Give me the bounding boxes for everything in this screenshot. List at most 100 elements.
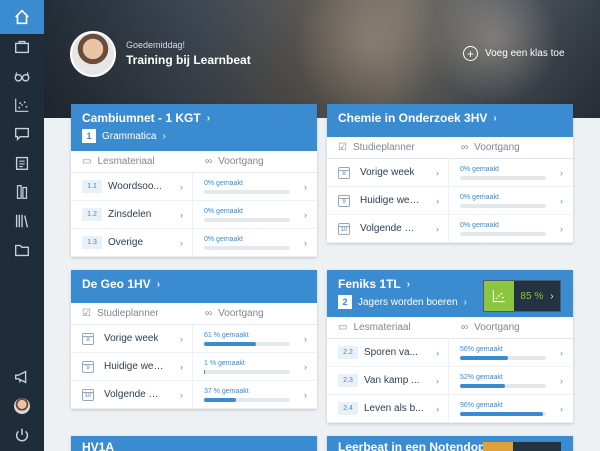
item-link[interactable]: 8 Vorige week › (327, 159, 449, 186)
greeting: Goedemiddag! (126, 40, 186, 50)
list-item[interactable]: 8 Vorige week › 61 % gemaakt › (71, 325, 317, 353)
col-header: Voortgang (218, 156, 264, 167)
progress-text: 0% gemaakt (460, 221, 499, 229)
chevron-right-icon: › (304, 333, 307, 344)
chevron-right-icon: › (304, 237, 307, 248)
briefcase-icon[interactable] (0, 32, 44, 62)
card-title-link[interactable]: Cambiumnet - 1 KGT › (82, 111, 306, 125)
item-label: Overige (108, 237, 144, 248)
user-avatar-icon[interactable] (0, 391, 44, 421)
card-title-link[interactable]: HV1A (82, 440, 306, 451)
progress-cell[interactable]: 56% gemaakt › (449, 339, 573, 366)
item-link[interactable]: 9 Huidige week › (327, 187, 449, 214)
add-class-label: Voeg een klas toe (485, 48, 565, 59)
home-icon[interactable] (0, 0, 44, 34)
list-item[interactable]: 10 Volgende week › 0% gemaakt › (327, 215, 573, 243)
item-link[interactable]: 2.2 Sporen va... › (327, 339, 449, 366)
list-item[interactable]: 10 Volgende we... › 37 % gemaakt › (71, 381, 317, 409)
chevron-right-icon: › (560, 223, 563, 234)
progress-cell[interactable]: 61 % gemaakt › (193, 325, 317, 352)
glasses-icon: ∞ (461, 142, 469, 153)
checkbox-icon: ☑ (82, 308, 91, 319)
list-item[interactable]: 1.1 Woordsoo... › 0% gemaakt › (71, 173, 317, 201)
card-title-link[interactable]: De Geo 1HV › (82, 277, 306, 291)
clipboard-icon[interactable] (0, 148, 44, 178)
progress-cell[interactable]: 37 % gemaakt › (193, 381, 317, 408)
progress-cell[interactable]: 1 % gemaakt › (193, 353, 317, 380)
books-icon[interactable] (0, 177, 44, 207)
progress-text: 0% gemaakt (460, 165, 499, 173)
add-class-button[interactable]: + Voeg een klas toe (463, 46, 565, 61)
item-number: 1.2 (82, 208, 102, 221)
glasses-icon: ∞ (461, 322, 469, 333)
folder-icon[interactable] (0, 235, 44, 265)
item-link[interactable]: 10 Volgende week › (327, 215, 449, 242)
progress-text: 0% gemaakt (460, 193, 499, 201)
calendar-icon: 9 (82, 360, 94, 373)
avatar[interactable] (70, 31, 116, 77)
progress-fill (204, 369, 205, 374)
progress-bar (204, 397, 290, 402)
chevron-right-icon: › (436, 167, 439, 178)
progress-bar (460, 231, 546, 236)
list-item[interactable]: 8 Vorige week › 0% gemaakt › (327, 159, 573, 187)
card-title: Chemie in Onderzoek 3HV (338, 111, 488, 125)
list-item[interactable]: 1.2 Zinsdelen › 0% gemaakt › (71, 201, 317, 229)
list-item[interactable]: 9 Huidige week › 1 % gemaakt › (71, 353, 317, 381)
progress-cell[interactable]: 0% gemaakt › (449, 187, 573, 214)
col-header: Voortgang (474, 142, 520, 153)
list-item[interactable]: 1.3 Overige › 0% gemaakt › (71, 229, 317, 257)
chevron-right-icon: › (436, 375, 439, 386)
list-item[interactable]: 2.2 Sporen va... › 56% gemaakt › (327, 339, 573, 367)
progress-bar (204, 369, 290, 374)
item-link[interactable]: 1.1 Woordsoo... › (71, 173, 193, 200)
item-link[interactable]: 1.3 Overige › (71, 229, 193, 256)
progress-cell[interactable]: 52% gemaakt › (449, 367, 573, 394)
item-link[interactable]: 9 Huidige week › (71, 353, 193, 380)
progress-cell[interactable]: 0% gemaakt › (449, 215, 573, 242)
progress-text: 1 % gemaakt (204, 359, 245, 367)
chevron-right-icon: › (560, 403, 563, 414)
calendar-icon: 9 (338, 194, 350, 207)
progress-fill (204, 397, 236, 402)
chevron-right-icon: › (304, 389, 307, 400)
item-label: Leven als b... (364, 403, 424, 414)
progress-cell[interactable]: 0% gemaakt › (193, 173, 317, 200)
chapter-link[interactable]: 1 Grammatica › (82, 129, 306, 143)
progress-bar (204, 189, 290, 194)
item-label: Huidige week (104, 361, 164, 372)
item-link[interactable]: 2.3 Van kamp ... › (327, 367, 449, 394)
list-item[interactable]: 2.3 Van kamp ... › 52% gemaakt › (327, 367, 573, 395)
list-item[interactable]: 9 Huidige week › 0% gemaakt › (327, 187, 573, 215)
progress-cell[interactable]: 96% gemaakt › (449, 395, 573, 422)
chevron-right-icon: › (463, 296, 467, 308)
progress-cell[interactable]: 0% gemaakt › (193, 201, 317, 228)
progress-cell[interactable]: 0% gemaakt › (449, 159, 573, 186)
progress-cell[interactable]: 0% gemaakt › (193, 229, 317, 256)
card-title-link[interactable]: Chemie in Onderzoek 3HV › (338, 111, 562, 125)
list-item[interactable]: 2.4 Leven als b... › 96% gemaakt › (327, 395, 573, 423)
item-link[interactable]: 2.4 Leven als b... › (327, 395, 449, 422)
megaphone-icon[interactable] (0, 362, 44, 392)
item-number: 1.1 (82, 180, 102, 193)
power-icon[interactable] (0, 420, 44, 450)
col-header: Lesmateriaal (353, 322, 411, 333)
item-link[interactable]: 1.2 Zinsdelen › (71, 201, 193, 228)
item-label: Sporen va... (364, 347, 418, 358)
scatter-icon[interactable] (0, 90, 44, 120)
item-link[interactable]: 8 Vorige week › (71, 325, 193, 352)
chevron-right-icon: › (560, 167, 563, 178)
col-header: Studieplanner (96, 308, 159, 319)
chevron-right-icon: › (550, 290, 554, 302)
chat-icon[interactable] (0, 119, 44, 149)
item-number: 2.2 (338, 346, 358, 359)
item-link[interactable]: 10 Volgende we... › (71, 381, 193, 408)
chevron-right-icon: › (180, 209, 183, 220)
card-title: Cambiumnet - 1 KGT (82, 111, 201, 125)
item-label: Volgende we... (104, 389, 164, 400)
progress-text: 0% gemaakt (204, 207, 243, 215)
col-header: Lesmateriaal (97, 156, 155, 167)
glasses-icon[interactable] (0, 61, 44, 91)
score-widget[interactable]: 85 % › (483, 280, 561, 312)
library-icon[interactable] (0, 206, 44, 236)
